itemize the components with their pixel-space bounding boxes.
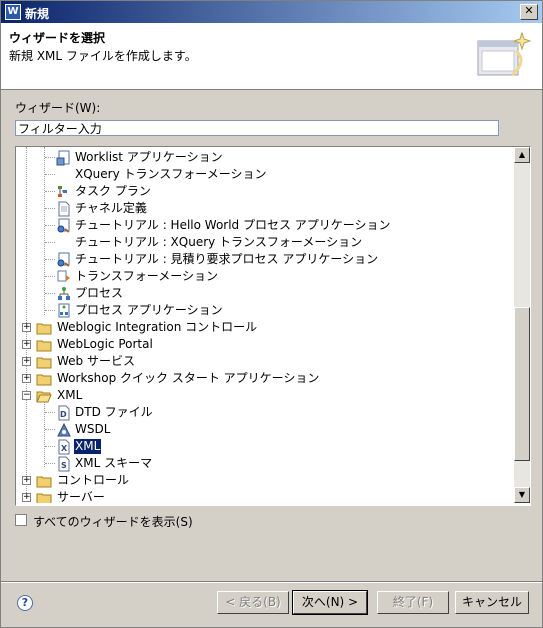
tutorial-icon xyxy=(57,218,70,233)
folder-icon xyxy=(36,323,52,335)
footer-separator xyxy=(1,581,542,583)
scroll-thumb[interactable] xyxy=(514,307,530,461)
page-description: 新規 XML ファイルを作成します。 xyxy=(9,49,197,63)
tutorial-icon xyxy=(57,252,70,267)
svg-text:X: X xyxy=(61,444,68,453)
tree-item-xquery-transform[interactable]: XQuery トランスフォーメーション xyxy=(16,166,512,183)
tree-item-process-app[interactable]: プロセス アプリケーション xyxy=(16,302,512,319)
collapse-toggle[interactable]: − xyxy=(22,391,31,400)
folder-icon xyxy=(36,374,52,386)
tree-item-web-services[interactable]: + Web サービス xyxy=(16,353,512,370)
wizards-label: ウィザード(W): xyxy=(15,101,101,115)
wizard-header: ウィザードを選択 新規 XML ファイルを作成します。 xyxy=(1,23,542,90)
tree-item-dtd-file[interactable]: D DTD ファイル xyxy=(16,404,512,421)
folder-icon xyxy=(36,476,52,488)
scroll-up-button[interactable]: ▲ xyxy=(514,147,530,163)
tree-item-server[interactable]: + サーバー xyxy=(16,489,512,503)
tree-item-workshop-quickstart[interactable]: + Workshop クイック スタート アプリケーション xyxy=(16,370,512,387)
wizard-banner-icon xyxy=(477,31,532,77)
page-title: ウィザードを選択 xyxy=(9,31,106,45)
tree-item-tutorial-hello[interactable]: チュートリアル : Hello World プロセス アプリケーション xyxy=(16,217,512,234)
finish-button[interactable]: 終了(F) xyxy=(377,591,449,614)
tree-scrollbar[interactable]: ▲ ▼ xyxy=(514,147,530,503)
wizard-tree[interactable]: Worklist アプリケーション XQuery トランスフォーメーション タス… xyxy=(15,146,531,506)
close-icon: ✕ xyxy=(524,4,534,17)
window-title: 新規 xyxy=(25,7,50,21)
folder-icon xyxy=(36,340,52,352)
tree-viewport: Worklist アプリケーション XQuery トランスフォーメーション タス… xyxy=(16,147,512,503)
scroll-down-button[interactable]: ▼ xyxy=(514,487,530,503)
svg-text:D: D xyxy=(60,410,67,419)
arrow-up-icon: ▲ xyxy=(518,150,526,159)
tree-item-process[interactable]: プロセス xyxy=(16,285,512,302)
expand-toggle[interactable]: + xyxy=(22,323,31,332)
expand-toggle[interactable]: + xyxy=(22,357,31,366)
folder-open-icon xyxy=(36,391,52,403)
new-wizard-dialog: W 新規 ✕ ウィザードを選択 新規 XML ファイルを作成します。 ウィザード… xyxy=(0,0,543,628)
dtd-icon: D xyxy=(58,405,70,421)
transform-icon xyxy=(57,270,70,282)
doc-icon xyxy=(58,201,70,217)
next-button[interactable]: 次へ(N) > xyxy=(292,590,368,615)
close-button[interactable]: ✕ xyxy=(520,4,538,20)
tree-item-worklist-app[interactable]: Worklist アプリケーション xyxy=(16,149,512,166)
show-all-wizards-label: すべてのウィザードを表示(S) xyxy=(33,515,193,529)
expand-toggle[interactable]: + xyxy=(22,476,31,485)
svg-text:S: S xyxy=(61,461,67,470)
tree-item-xml-schema[interactable]: S XML スキーマ xyxy=(16,455,512,472)
tree-item-controls[interactable]: + コントロール xyxy=(16,472,512,489)
show-all-wizards-checkbox[interactable] xyxy=(15,514,27,526)
tree-item-weblogic-portal[interactable]: + WebLogic Portal xyxy=(16,336,512,353)
folder-icon xyxy=(36,357,52,369)
task-plan-icon xyxy=(58,186,67,197)
tree-item-channel-def[interactable]: チャネル定義 xyxy=(16,200,512,217)
filter-input[interactable] xyxy=(15,120,499,136)
app-doc-icon xyxy=(56,150,70,166)
expand-toggle[interactable]: + xyxy=(22,493,31,502)
process-icon xyxy=(58,287,70,300)
back-button[interactable]: < 戻る(B) xyxy=(217,591,289,614)
tree-item-tutorial-quote[interactable]: チュートリアル : 見積り要求プロセス アプリケーション xyxy=(16,251,512,268)
tree-item-task-plan[interactable]: タスク プラン xyxy=(16,183,512,200)
xml-icon: X xyxy=(58,439,70,455)
tree-item-transformation[interactable]: トランスフォーメーション xyxy=(16,268,512,285)
tree-item-wsdl[interactable]: WSDL xyxy=(16,421,512,438)
expand-toggle[interactable]: + xyxy=(22,340,31,349)
tree-item-tutorial-xquery[interactable]: チュートリアル : XQuery トランスフォーメーション xyxy=(16,234,512,251)
tree-item-wli-controls[interactable]: + Weblogic Integration コントロール xyxy=(16,319,512,336)
folder-icon xyxy=(36,493,52,503)
app-logo-icon: W xyxy=(5,4,21,20)
title-bar[interactable]: W 新規 ✕ xyxy=(1,1,542,23)
tree-item-xml[interactable]: X XML xyxy=(16,438,512,455)
tree-item-xml-folder[interactable]: − XML xyxy=(16,387,512,404)
process-app-icon xyxy=(58,303,70,318)
wsdl-icon xyxy=(57,422,71,437)
arrow-down-icon: ▼ xyxy=(518,490,526,499)
expand-toggle[interactable]: + xyxy=(22,374,31,383)
help-icon[interactable]: ? xyxy=(17,595,33,611)
selected-item-label: XML xyxy=(72,438,103,455)
schema-icon: S xyxy=(58,456,70,472)
cancel-button[interactable]: キャンセル xyxy=(455,591,529,614)
